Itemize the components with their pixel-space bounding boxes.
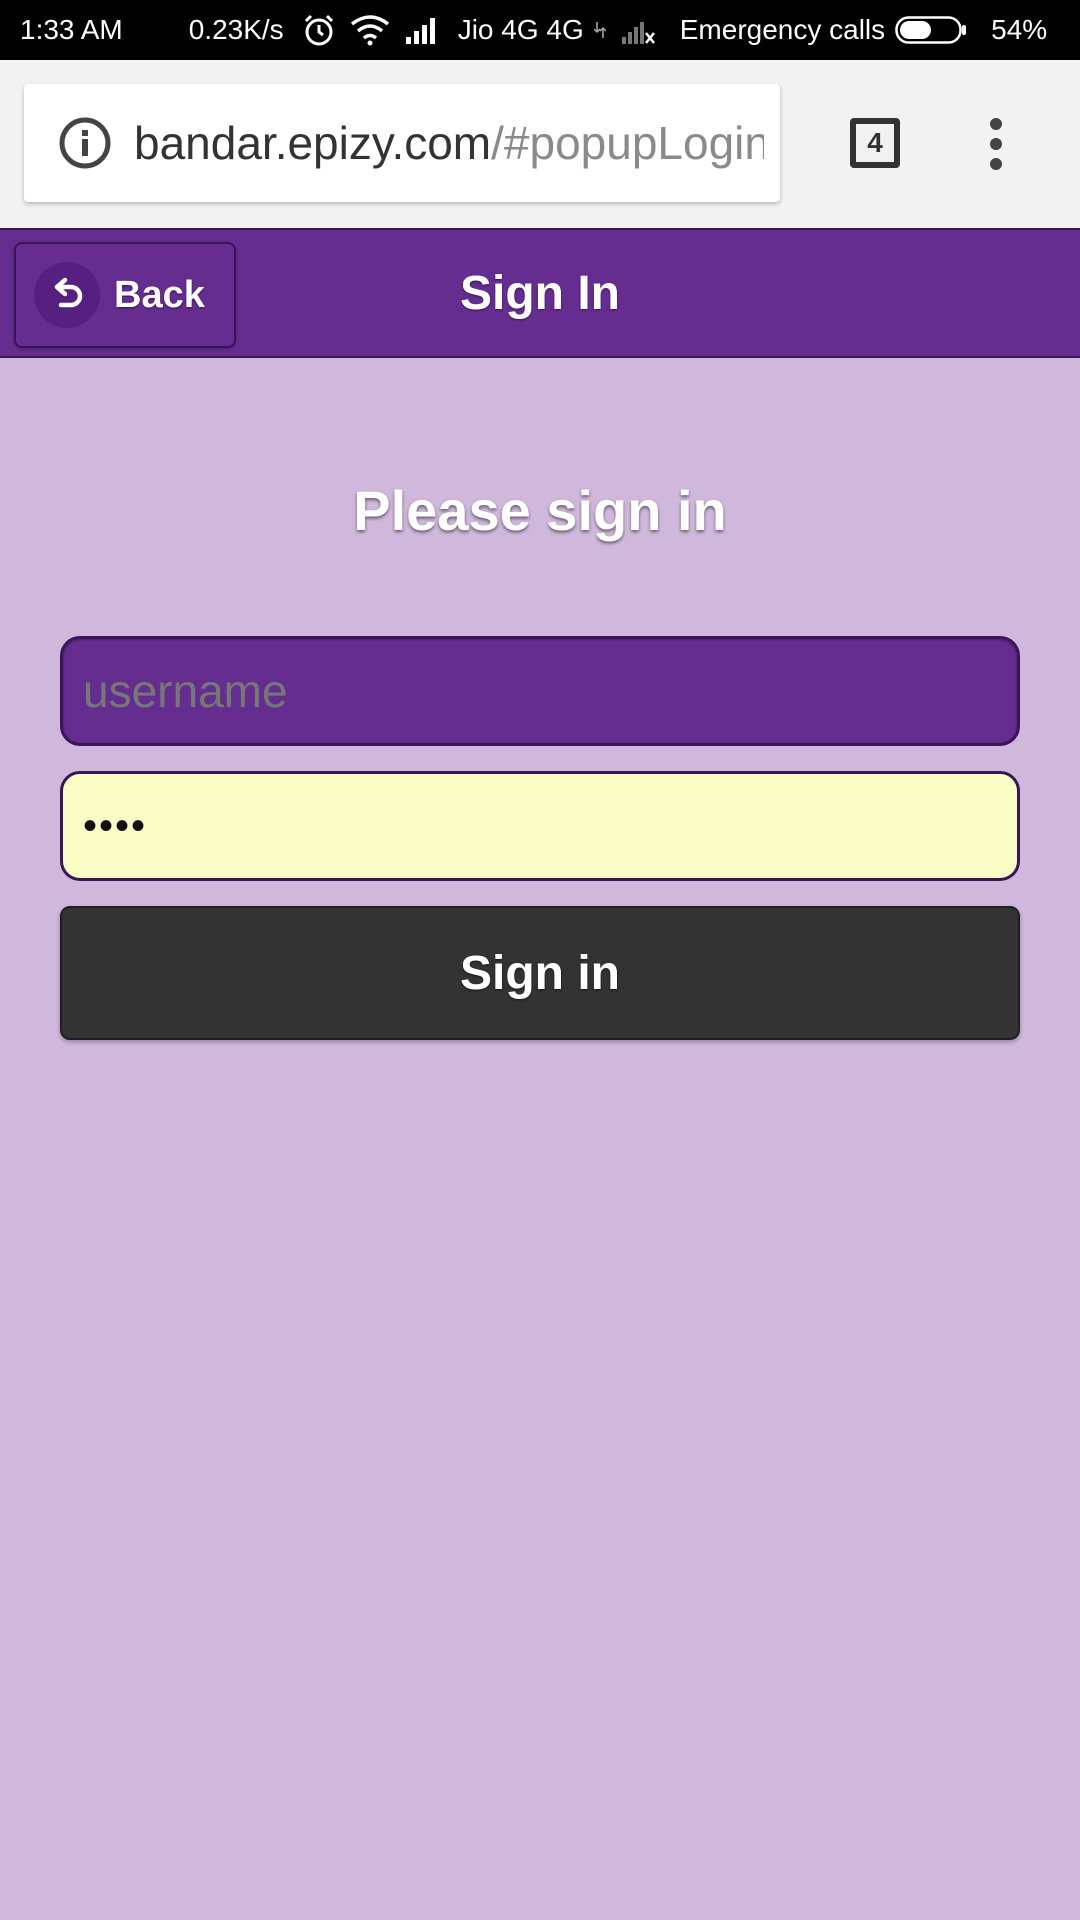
wifi-icon bbox=[350, 14, 390, 46]
back-button[interactable]: Back bbox=[14, 242, 236, 348]
url-domain: bandar.epizy.com bbox=[134, 117, 492, 169]
alarm-icon bbox=[302, 13, 336, 47]
page-header: Back Sign In bbox=[0, 228, 1080, 358]
sign-in-button[interactable]: Sign in bbox=[60, 906, 1020, 1040]
username-input[interactable] bbox=[60, 636, 1020, 746]
network-speed: 0.23K/s bbox=[188, 14, 284, 45]
status-bar: 1:33 AM 0.23K/s Jio 4G 4G Emergency call… bbox=[0, 0, 1080, 60]
no-signal-icon bbox=[620, 15, 656, 45]
url-text[interactable]: bandar.epizy.com/#popupLogin bbox=[134, 116, 764, 170]
browser-toolbar: bandar.epizy.com/#popupLogin 4 bbox=[0, 60, 1080, 228]
emergency-calls-label: Emergency calls bbox=[679, 14, 886, 45]
status-time: 1:33 AM bbox=[20, 14, 123, 45]
form-heading: Please sign in bbox=[353, 479, 727, 542]
tab-count: 4 bbox=[867, 127, 883, 158]
back-arrow-icon bbox=[34, 262, 100, 328]
battery-percent: 54% bbox=[991, 14, 1048, 45]
back-button-label: Back bbox=[114, 273, 205, 316]
info-icon[interactable] bbox=[58, 116, 112, 170]
data-icon bbox=[593, 20, 606, 40]
carrier-label: Jio 4G 4G bbox=[457, 14, 584, 45]
battery-icon bbox=[895, 16, 967, 44]
password-input[interactable] bbox=[60, 771, 1020, 881]
address-bar[interactable]: bandar.epizy.com/#popupLogin bbox=[24, 84, 780, 202]
signal-icon bbox=[404, 15, 440, 45]
overflow-menu-icon[interactable] bbox=[978, 116, 1014, 172]
tab-switcher-icon[interactable]: 4 bbox=[850, 118, 900, 168]
url-path: /#popupLogin bbox=[491, 117, 764, 169]
